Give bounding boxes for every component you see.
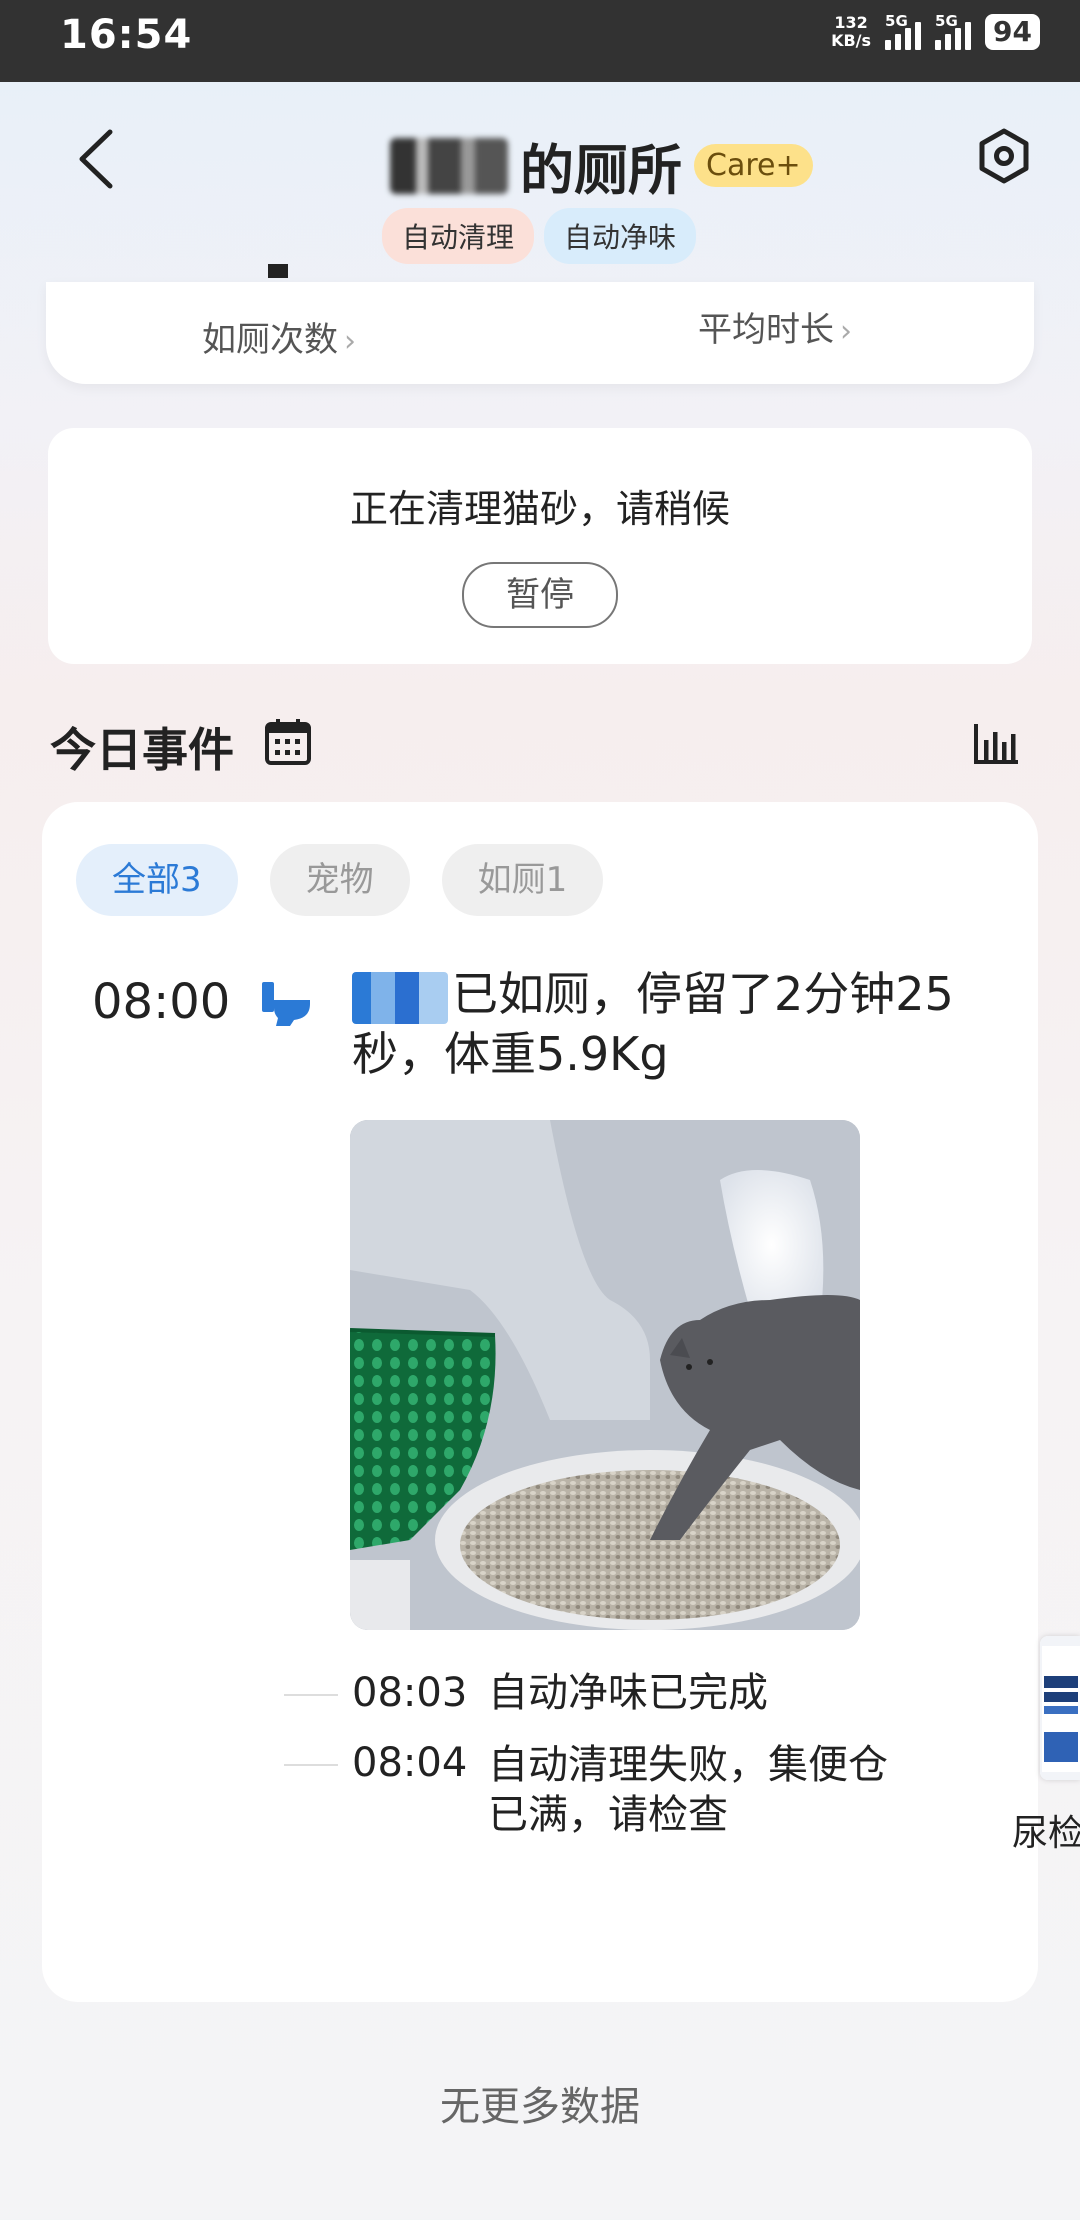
- status-icons: 132 KB/s 5G 5G 94: [831, 12, 1040, 50]
- chip-auto-deodorize: 自动净味: [544, 208, 697, 264]
- urine-test-label[interactable]: 尿检: [1012, 1804, 1080, 1856]
- chevron-right-icon: ›: [344, 324, 356, 359]
- tab-pet[interactable]: 宠物: [269, 844, 410, 916]
- settings-icon[interactable]: [976, 128, 1032, 184]
- feature-chips: 自动清理 自动净味: [382, 208, 697, 264]
- event-snapshot-image[interactable]: [350, 1120, 860, 1630]
- event-description[interactable]: 已如厕，停留了2分钟25秒，体重5.9Kg: [352, 964, 1002, 1084]
- calendar-icon[interactable]: [264, 718, 312, 766]
- timeline-connector: [284, 1694, 338, 1696]
- event-time: 08:00: [92, 974, 231, 1030]
- events-card: 全部3 宠物 如厕1 08:00 已如厕，停留了2分钟25秒，体重5.9Kg 0…: [42, 802, 1038, 2002]
- pause-button[interactable]: 暂停: [462, 562, 618, 628]
- sub-event: 08:03 自动净味已完成: [352, 1670, 768, 1716]
- tab-toilet[interactable]: 如厕1: [441, 844, 604, 916]
- cleaning-message: 正在清理猫砂，请稍候: [349, 487, 730, 531]
- signal-icon-sim1: 5G: [885, 12, 922, 50]
- battery-icon: 94: [985, 14, 1040, 50]
- event-filter-tabs: 全部3 宠物 如厕1: [76, 844, 604, 916]
- stats-card: 如厕次数 › 平均时长 ›: [46, 264, 1034, 384]
- section-title: 今日事件: [50, 723, 234, 777]
- no-more-data: 无更多数据: [440, 2084, 640, 2130]
- pet-name-redacted: [352, 971, 448, 1024]
- status-bar: 16:54 132 KB/s 5G 5G 94: [0, 0, 1080, 82]
- status-time: 16:54: [60, 12, 193, 58]
- urine-test-widget[interactable]: [1040, 1636, 1080, 1780]
- bar-chart-icon[interactable]: [972, 722, 1020, 766]
- care-plus-badge[interactable]: Care+: [694, 144, 813, 187]
- timeline-connector: [284, 1764, 338, 1766]
- toilet-icon: [262, 982, 310, 1026]
- stat-value-clipped: [268, 264, 288, 278]
- tab-all[interactable]: 全部3: [76, 844, 238, 916]
- page-title: 的厕所 Care+: [390, 126, 813, 205]
- cleaning-status-card: 正在清理猫砂，请稍候 暂停: [48, 428, 1032, 664]
- pet-name-redacted: [390, 137, 508, 194]
- signal-icon-sim2: 5G: [935, 12, 972, 50]
- stat-avg-duration[interactable]: 平均时长 ›: [698, 302, 852, 351]
- chevron-right-icon: ›: [840, 314, 852, 349]
- back-arrow-icon[interactable]: [72, 126, 122, 192]
- stat-visits[interactable]: 如厕次数 ›: [202, 312, 356, 361]
- sub-event: 08:04 自动清理失败，集便仓已满，请检查: [352, 1740, 888, 1838]
- chip-auto-clean: 自动清理: [382, 208, 535, 264]
- network-speed: 132 KB/s: [831, 13, 872, 50]
